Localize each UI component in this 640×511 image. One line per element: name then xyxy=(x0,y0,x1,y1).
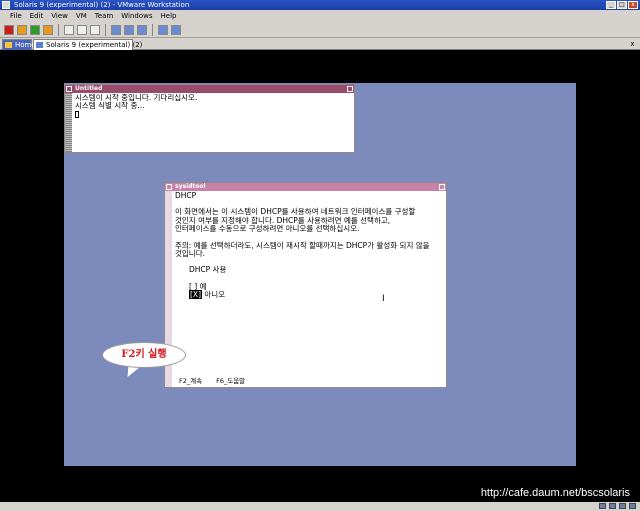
note-line: 것입니다. xyxy=(175,249,205,259)
tab-vm[interactable]: Solaris 9 (experimental) (2) xyxy=(33,39,142,50)
toolbar-separator xyxy=(105,23,106,36)
console-view-icon[interactable] xyxy=(158,24,168,35)
annotation-bubble: F2키 실행 xyxy=(102,342,186,368)
window-frame-side xyxy=(65,93,72,152)
watermark: http://cafe.daum.net/bscsolaris xyxy=(480,487,630,499)
menu-edit[interactable]: Edit xyxy=(26,10,48,22)
reset-icon[interactable] xyxy=(43,24,53,35)
close-button[interactable]: x xyxy=(628,1,638,9)
power-off-icon[interactable] xyxy=(4,24,14,35)
hdd-status-icon[interactable] xyxy=(599,503,606,509)
revert-snapshot-icon[interactable] xyxy=(77,24,87,35)
maximize-icon[interactable] xyxy=(347,86,353,92)
tab-home[interactable]: Home xyxy=(2,39,36,50)
window-title: Solaris 9 (experimental) (2) - VMware Wo… xyxy=(14,1,190,9)
home-icon xyxy=(5,42,12,48)
toolbar xyxy=(0,22,640,38)
power-on-icon[interactable] xyxy=(30,24,40,35)
window-title-bar[interactable]: Solaris 9 (experimental) (2) - VMware Wo… xyxy=(0,0,640,10)
snapshot-icon[interactable] xyxy=(64,24,74,35)
function-key-bar: F2_계속 F6_도움말 xyxy=(179,377,245,385)
sysidtool-window[interactable]: sysidtool DHCP 이 화면에서는 이 시스템이 DHCP를 사용하여… xyxy=(164,182,447,388)
console-line: 시스템 식별 시작 중... xyxy=(75,101,145,111)
dhcp-heading: DHCP xyxy=(175,191,197,200)
note-line: 주의: 예를 선택하더라도, 시스템이 재시작 할때까지는 DHCP가 활성화 … xyxy=(175,240,430,250)
maximize-button[interactable]: □ xyxy=(617,1,627,9)
f2-continue-key[interactable]: F2_계속 xyxy=(179,377,202,385)
maximize-icon[interactable] xyxy=(439,184,445,190)
untitled-console[interactable]: 시스템이 시작 중입니다. 기다리십시오. 시스템 식별 시작 중... xyxy=(73,93,354,152)
window-menu-icon[interactable] xyxy=(66,86,72,92)
menu-team[interactable]: Team xyxy=(91,10,118,22)
menu-help[interactable]: Help xyxy=(157,10,181,22)
untitled-title: Untitled xyxy=(75,85,103,92)
menu-vm[interactable]: VM xyxy=(72,10,91,22)
option-no-label: 아니오 xyxy=(204,290,226,300)
summary-view-icon[interactable] xyxy=(137,24,147,35)
cdrom-status-icon[interactable] xyxy=(609,503,616,509)
text-cursor xyxy=(75,110,79,118)
untitled-title-bar[interactable]: Untitled xyxy=(65,85,354,93)
usb-status-icon[interactable] xyxy=(629,503,636,509)
status-bar xyxy=(0,502,640,511)
option-no-checkbox[interactable]: [X] xyxy=(189,290,202,300)
quick-switch-icon[interactable] xyxy=(124,24,134,35)
vmware-app-icon xyxy=(2,1,10,9)
ibeam-cursor-icon: I xyxy=(382,294,385,304)
sysidtool-console[interactable]: DHCP 이 화면에서는 이 시스템이 DHCP를 사용하여 네트워크 인터페이… xyxy=(173,191,446,387)
dhcp-option-label: DHCP 사용 xyxy=(189,265,227,275)
tab-vm-label: Solaris 9 (experimental) (2) xyxy=(46,41,143,49)
f6-help-key[interactable]: F6_도움말 xyxy=(216,377,245,385)
tab-close-button[interactable]: x xyxy=(628,40,637,48)
toolbar-separator xyxy=(152,23,153,36)
sysidtool-title: sysidtool xyxy=(175,183,206,190)
full-screen-icon[interactable] xyxy=(171,24,181,35)
window-menu-icon[interactable] xyxy=(166,184,172,190)
snapshot-manager-icon[interactable] xyxy=(90,24,100,35)
vm-icon xyxy=(36,42,43,48)
menubar: File Edit View VM Team Windows Help xyxy=(0,10,640,22)
minimize-button[interactable]: _ xyxy=(606,1,616,9)
menu-file[interactable]: File xyxy=(6,10,26,22)
sysidtool-title-bar[interactable]: sysidtool xyxy=(165,183,446,191)
toolbar-separator xyxy=(58,23,59,36)
untitled-window[interactable]: Untitled 시스템이 시작 중입니다. 기다리십시오. 시스템 식별 시작… xyxy=(64,84,355,153)
description-line: 인터페이스를 수동으로 구성하려면 아니오를 선택하십시오. xyxy=(175,224,360,234)
option-no[interactable]: [X] 아니오 xyxy=(175,290,444,300)
menu-windows[interactable]: Windows xyxy=(117,10,156,22)
tab-bar: Home Solaris 9 (experimental) (2) xyxy=(0,38,640,50)
suspend-icon[interactable] xyxy=(17,24,27,35)
network-status-icon[interactable] xyxy=(619,503,626,509)
show-sidebar-icon[interactable] xyxy=(111,24,121,35)
menu-view[interactable]: View xyxy=(47,10,72,22)
